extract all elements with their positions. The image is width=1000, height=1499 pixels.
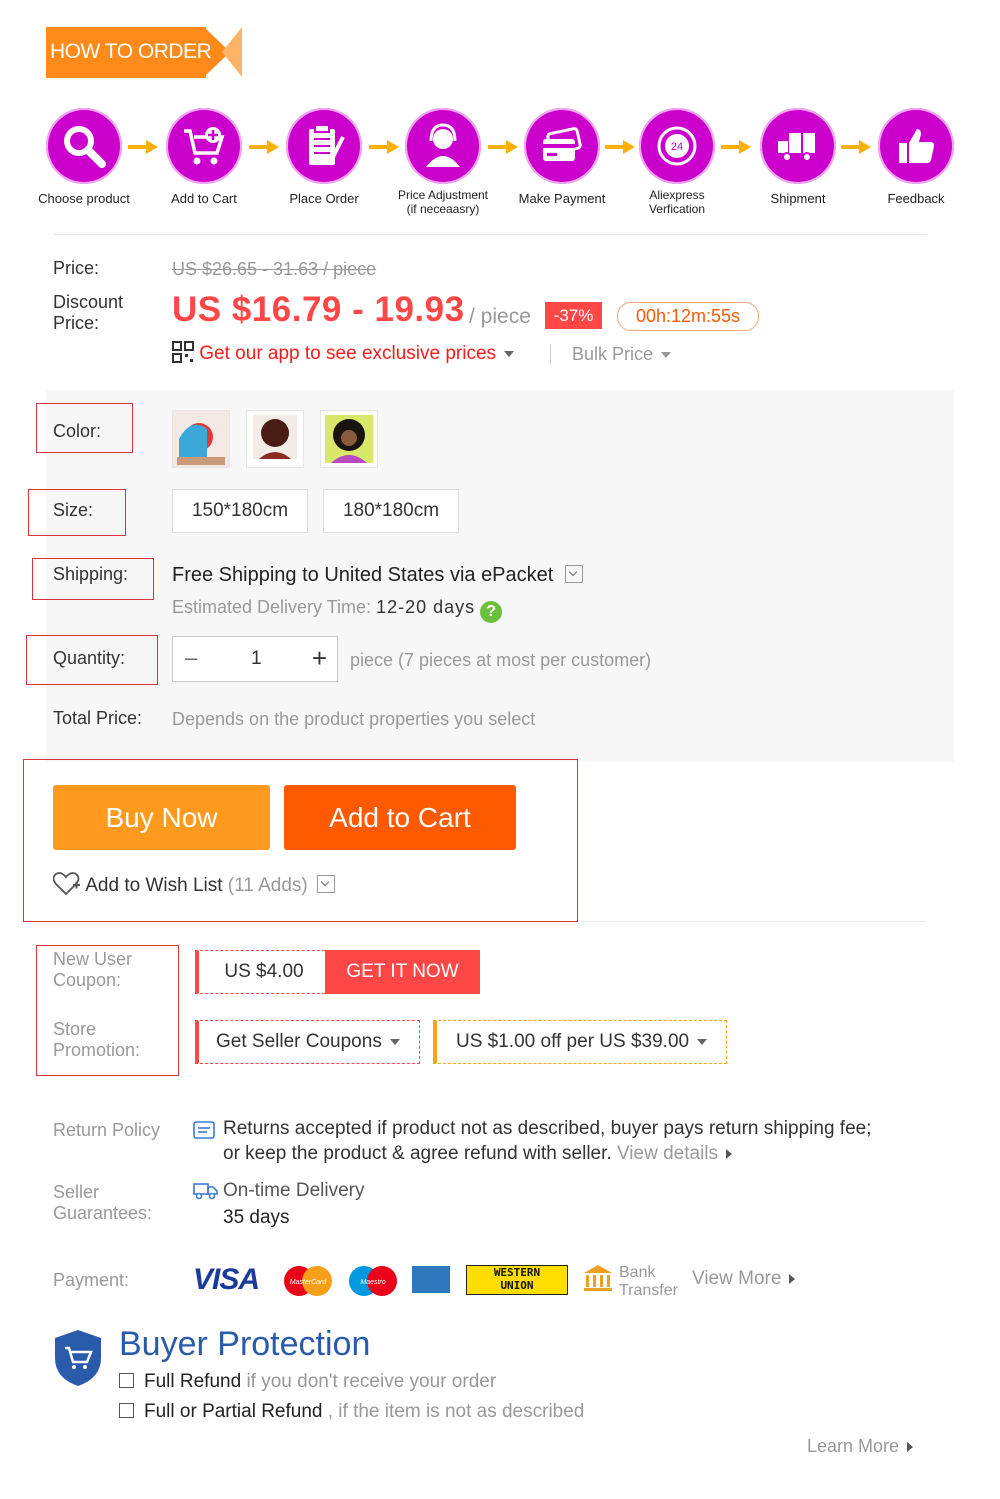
price-label: Price: — [53, 258, 100, 278]
delivery-time: Estimated Delivery Time: 12-20 days ? — [172, 597, 503, 623]
quantity-label: Quantity: — [53, 648, 126, 668]
heart-plus-icon — [52, 872, 80, 896]
seller-coupons-dropdown[interactable]: Get Seller Coupons — [195, 1020, 420, 1064]
arrow-icon — [369, 140, 399, 154]
arrow-icon — [841, 140, 871, 154]
checkbox-icon — [119, 1403, 134, 1418]
separator — [550, 344, 551, 364]
western-union-logo: WESTERN UNION — [466, 1265, 568, 1295]
quantity-input[interactable]: 1 — [251, 648, 262, 670]
size-option-150x180[interactable]: 150*180cm — [172, 489, 308, 533]
new-user-coupon-label: New User Coupon: — [53, 949, 133, 990]
discount-badge: -37% — [545, 302, 602, 329]
new-user-coupon: US $4.00 — [195, 950, 330, 994]
view-details-link[interactable]: View details — [617, 1143, 733, 1164]
arrow-icon — [488, 140, 518, 154]
bank-transfer-label: Bank Transfer — [619, 1264, 678, 1299]
shield-cart-icon — [55, 1330, 101, 1386]
size-option-180x180[interactable]: 180*180cm — [323, 489, 459, 533]
seller-guarantees-label: Seller Guarantees: — [53, 1182, 153, 1223]
discount-price-label: Discount Price: — [53, 292, 124, 333]
clock-24-icon: 24 — [657, 126, 697, 166]
arrow-icon — [721, 140, 751, 154]
qr-code-icon — [172, 341, 194, 363]
bulk-price-dropdown[interactable]: Bulk Price — [572, 344, 672, 365]
shipping-option[interactable]: Free Shipping to United States via ePack… — [172, 564, 583, 587]
step-make-payment: Make Payment — [502, 108, 622, 206]
quantity-stepper[interactable]: – 1 + — [172, 636, 338, 682]
chevron-down-icon — [317, 875, 335, 893]
learn-more-link[interactable]: Learn More — [807, 1436, 914, 1457]
size-label: Size: — [53, 500, 94, 520]
how-to-order-title: HOW TO ORDER — [50, 40, 212, 63]
store-offer-dropdown[interactable]: US $1.00 off per US $39.00 — [433, 1020, 727, 1064]
step-add-to-cart: Add to Cart — [144, 108, 264, 206]
add-to-wishlist-link[interactable]: Add to Wish List (11 Adds) — [52, 872, 335, 897]
return-policy-text: Returns accepted if product not as descr… — [223, 1118, 872, 1164]
svg-text:MasterCard: MasterCard — [290, 1279, 328, 1286]
buy-now-button[interactable]: Buy Now — [53, 785, 270, 850]
divider — [580, 921, 926, 922]
svg-text:Maestro: Maestro — [360, 1279, 385, 1286]
step-shipment: Shipment — [738, 108, 858, 206]
arrow-icon — [128, 140, 158, 154]
step-choose-product: Choose product — [24, 108, 144, 206]
divider — [53, 234, 926, 235]
ontime-delivery: On-time Delivery — [223, 1180, 365, 1201]
step-price-adjustment: Price Adjustment (if neceaasry) — [383, 108, 503, 216]
bank-icon — [584, 1265, 612, 1291]
visa-logo: VISA — [193, 1263, 260, 1296]
truck-icon — [778, 133, 815, 162]
color-label: Color: — [53, 421, 102, 441]
quantity-decrease-button[interactable]: – — [185, 645, 197, 671]
step-feedback: Feedback — [856, 108, 976, 206]
view-more-link[interactable]: View More — [692, 1268, 796, 1290]
maestro-logo: Maestro — [349, 1266, 397, 1296]
delivery-days: 35 days — [223, 1207, 290, 1228]
arrow-icon — [249, 140, 279, 154]
protection-line-1: Full Refund if you don't receive your or… — [119, 1371, 496, 1393]
protection-line-2: Full or Partial Refund , if the item is … — [119, 1401, 584, 1423]
mastercard-logo: MasterCard — [284, 1266, 332, 1296]
quantity-note: piece (7 pieces at most per customer) — [350, 650, 652, 670]
add-to-cart-button[interactable]: Add to Cart — [284, 785, 516, 850]
total-price-label: Total Price: — [53, 708, 143, 728]
store-promotion-label: Store Promotion: — [53, 1019, 141, 1060]
amex-logo — [412, 1266, 450, 1293]
buyer-protection-title: Buyer Protection — [119, 1325, 371, 1363]
payment-label: Payment: — [53, 1270, 130, 1290]
price-unit: / piece — [469, 305, 531, 328]
checkbox-icon — [119, 1373, 134, 1388]
how-to-order-banner: HOW TO ORDER — [46, 27, 246, 78]
original-price: US $26.65 - 31.63 / piece — [172, 259, 377, 279]
quantity-increase-button[interactable]: + — [312, 643, 327, 674]
return-policy-label: Return Policy — [53, 1120, 161, 1140]
thumbs-up-icon — [899, 129, 934, 163]
clipboard-icon — [309, 124, 345, 165]
discount-price: US $16.79 - 19.93 — [172, 290, 465, 329]
chevron-down-icon — [564, 565, 583, 583]
shipping-label: Shipping: — [53, 564, 129, 584]
color-option-1[interactable] — [172, 410, 230, 468]
cart-icon — [184, 127, 225, 165]
total-price-text: Depends on the product properties you se… — [172, 709, 536, 729]
return-icon — [193, 1121, 215, 1139]
color-option-2[interactable] — [246, 410, 304, 468]
step-verification: 24 Aliexpress Verfication — [617, 108, 737, 216]
arrow-icon — [605, 140, 635, 154]
countdown-timer: 00h:12m:55s — [617, 302, 759, 331]
credit-card-icon — [543, 127, 582, 161]
delivery-truck-icon — [193, 1183, 218, 1200]
color-option-3[interactable] — [320, 410, 378, 468]
help-icon[interactable]: ? — [480, 601, 503, 623]
svg-text:24: 24 — [671, 141, 683, 153]
agent-icon — [426, 123, 460, 167]
search-icon — [64, 126, 106, 168]
step-place-order: Place Order — [264, 108, 384, 206]
app-promo-link[interactable]: Get our app to see exclusive prices — [172, 341, 515, 365]
get-it-now-button[interactable]: GET IT NOW — [325, 950, 480, 994]
